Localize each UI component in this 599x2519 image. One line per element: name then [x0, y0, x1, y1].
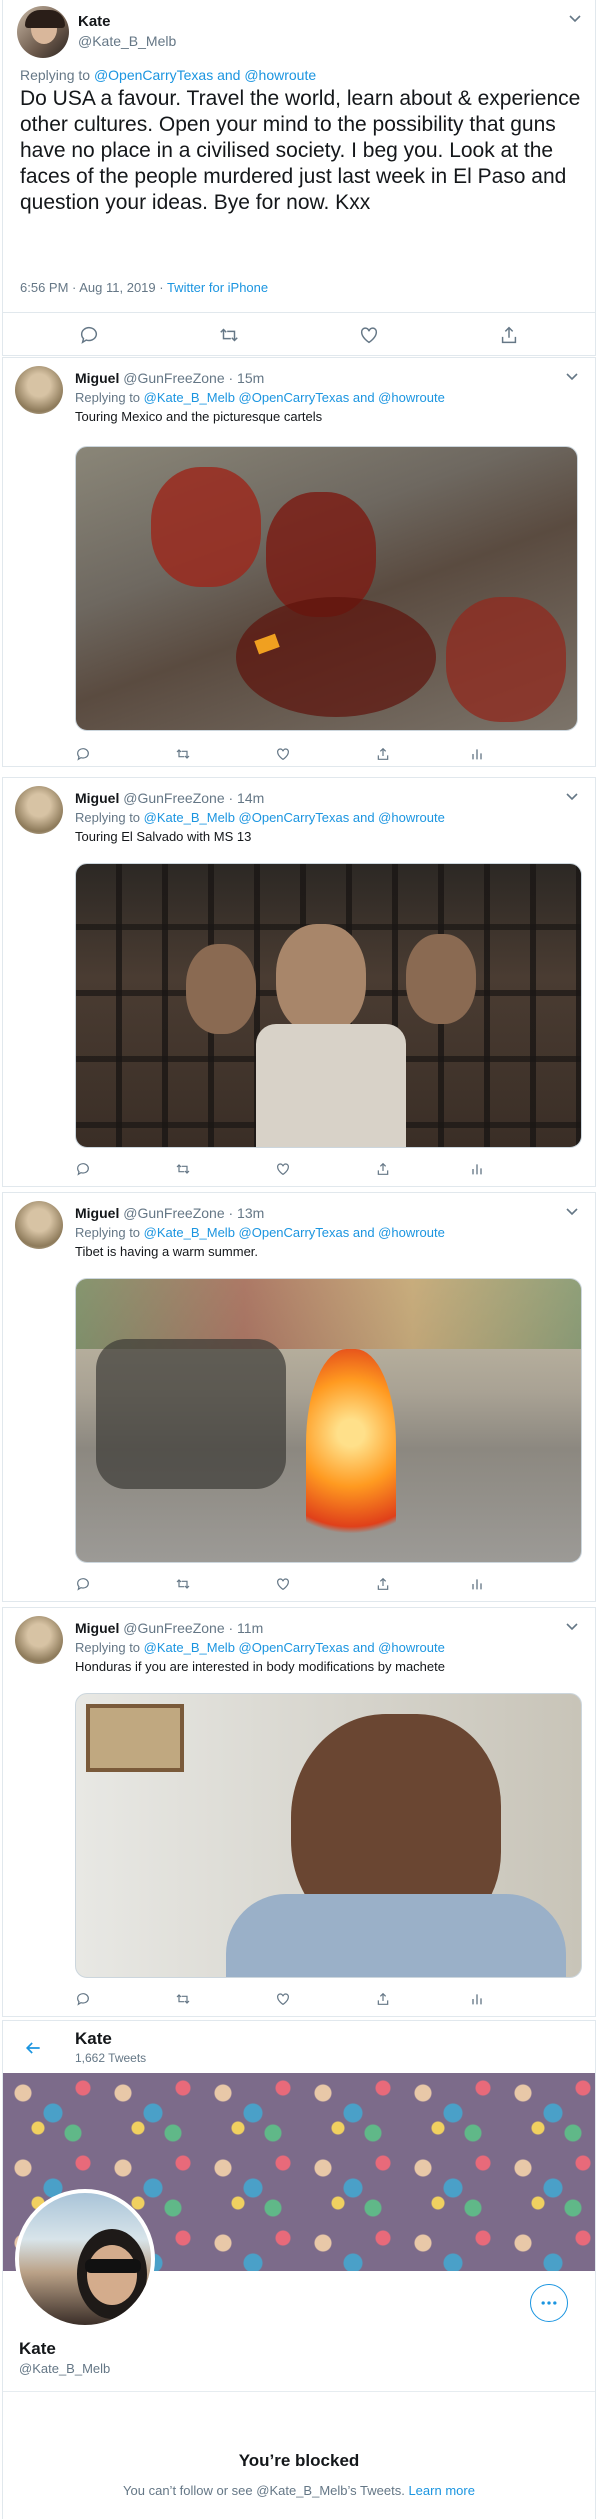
miguel-avatar[interactable]	[15, 786, 63, 834]
replying-label: Replying to	[75, 390, 141, 405]
miguel-avatar[interactable]	[15, 1616, 63, 1664]
blocked-text: You can’t follow or see @Kate_B_Melb’s T…	[123, 2483, 409, 2498]
chevron-down-icon[interactable]	[565, 1620, 579, 1634]
analytics-icon[interactable]	[469, 746, 485, 762]
more-icon	[541, 2301, 557, 2305]
reply-actions	[3, 746, 595, 766]
reply-replying-line: Replying to @Kate_B_Melb @OpenCarryTexas…	[75, 390, 445, 405]
retweet-icon[interactable]	[175, 1576, 191, 1592]
profile-panel: Kate 1,662 Tweets Kate @Kate_B_Melb You’…	[2, 2020, 596, 2519]
retweet-icon[interactable]	[218, 324, 240, 346]
share-icon[interactable]	[375, 1576, 391, 1592]
reply-actions	[3, 1576, 595, 1596]
reply-replying-line: Replying to @Kate_B_Melb @OpenCarryTexas…	[75, 1225, 445, 1240]
tweet-meta: 6:56 PM · Aug 11, 2019 · Twitter for iPh…	[20, 280, 268, 295]
replying-label: Replying to	[75, 1225, 141, 1240]
replying-to-handles[interactable]: @Kate_B_Melb @OpenCarryTexas and @howrou…	[144, 1640, 445, 1655]
analytics-icon[interactable]	[469, 1161, 485, 1177]
reply-handle-time[interactable]: @GunFreeZone · 11m	[123, 1620, 263, 1636]
reply-text: Tibet is having a warm summer.	[75, 1244, 259, 1259]
main-tweet: Kate @Kate_B_Melb Replying to @OpenCarry…	[2, 0, 596, 320]
profile-header-name: Kate	[75, 2029, 112, 2048]
reply-handle-time[interactable]: @GunFreeZone · 13m	[123, 1205, 264, 1221]
reply-icon[interactable]	[75, 1161, 91, 1177]
like-icon[interactable]	[275, 1576, 291, 1592]
like-icon[interactable]	[275, 1161, 291, 1177]
retweet-icon[interactable]	[175, 1161, 191, 1177]
profile-avatar[interactable]	[15, 2189, 155, 2329]
reply-author-name[interactable]: Miguel	[75, 370, 119, 386]
share-icon[interactable]	[375, 1991, 391, 2007]
tweet-text: Do USA a favour. Travel the world, learn…	[20, 87, 581, 214]
reply-author-name[interactable]: Miguel	[75, 790, 119, 806]
chevron-down-icon[interactable]	[565, 370, 579, 384]
reply-actions	[3, 1161, 595, 1181]
reply-photo-1[interactable]	[75, 446, 578, 731]
reply-text: Honduras if you are interested in body m…	[75, 1659, 445, 1674]
reply-replying-line: Replying to @Kate_B_Melb @OpenCarryTexas…	[75, 810, 445, 825]
replying-label: Replying to	[75, 1640, 141, 1655]
like-icon[interactable]	[275, 746, 291, 762]
profile-name: Kate	[19, 2339, 56, 2358]
chevron-down-icon[interactable]	[565, 790, 579, 804]
replying-to-handles[interactable]: @Kate_B_Melb @OpenCarryTexas and @howrou…	[144, 810, 445, 825]
reply-author-line: Miguel @GunFreeZone · 15m	[75, 370, 264, 386]
chevron-down-icon[interactable]	[565, 1205, 579, 1219]
retweet-icon[interactable]	[175, 746, 191, 762]
replying-to-handles[interactable]: @OpenCarryTexas and @howroute	[94, 67, 316, 83]
profile-handle: @Kate_B_Melb	[19, 2361, 111, 2376]
reply-photo-4[interactable]	[75, 1693, 582, 1978]
reply-icon[interactable]	[75, 746, 91, 762]
replying-label: Replying to	[75, 810, 141, 825]
reply-tweet-1: Miguel @GunFreeZone · 15m Replying to @K…	[2, 357, 596, 767]
reply-icon[interactable]	[75, 1576, 91, 1592]
reply-photo-2[interactable]	[75, 863, 582, 1148]
replying-to-line: Replying to @OpenCarryTexas and @howrout…	[20, 67, 316, 83]
reply-author-name[interactable]: Miguel	[75, 1205, 119, 1221]
analytics-icon[interactable]	[469, 1576, 485, 1592]
reply-author-line: Miguel @GunFreeZone · 14m	[75, 790, 264, 806]
analytics-icon[interactable]	[469, 1991, 485, 2007]
back-arrow-icon[interactable]	[23, 2038, 43, 2058]
reply-replying-line: Replying to @Kate_B_Melb @OpenCarryTexas…	[75, 1640, 445, 1655]
reply-tweet-4: Miguel @GunFreeZone · 11m Replying to @K…	[2, 1607, 596, 2017]
reply-tweet-2: Miguel @GunFreeZone · 14m Replying to @K…	[2, 777, 596, 1187]
reply-text: Touring Mexico and the picturesque carte…	[75, 409, 323, 424]
reply-author-name[interactable]: Miguel	[75, 1620, 119, 1636]
like-icon[interactable]	[358, 324, 380, 346]
main-tweet-actions	[2, 312, 596, 356]
blocked-title: You’re blocked	[238, 2451, 360, 2470]
miguel-avatar[interactable]	[15, 1201, 63, 1249]
blocked-message: You can’t follow or see @Kate_B_Melb’s T…	[3, 2483, 595, 2498]
reply-author-line: Miguel @GunFreeZone · 13m	[75, 1205, 264, 1221]
retweet-icon[interactable]	[175, 1991, 191, 2007]
share-icon[interactable]	[375, 1161, 391, 1177]
author-name[interactable]: Kate	[78, 13, 111, 30]
reply-handle-time[interactable]: @GunFreeZone · 15m	[123, 370, 264, 386]
like-icon[interactable]	[275, 1991, 291, 2007]
reply-photo-3[interactable]	[75, 1278, 582, 1563]
replying-to-handles[interactable]: @Kate_B_Melb @OpenCarryTexas and @howrou…	[144, 390, 445, 405]
reply-actions	[3, 1991, 595, 2011]
profile-divider	[3, 2391, 595, 2392]
reply-icon[interactable]	[75, 1991, 91, 2007]
author-handle[interactable]: @Kate_B_Melb	[78, 33, 176, 49]
replying-to-handles[interactable]: @Kate_B_Melb @OpenCarryTexas and @howrou…	[144, 1225, 445, 1240]
share-icon[interactable]	[375, 746, 391, 762]
reply-tweet-3: Miguel @GunFreeZone · 13m Replying to @K…	[2, 1192, 596, 1602]
replying-label: Replying to	[20, 67, 91, 83]
profile-tweet-count: 1,662 Tweets	[75, 2051, 147, 2065]
reply-icon[interactable]	[78, 324, 100, 346]
reply-author-line: Miguel @GunFreeZone · 11m	[75, 1620, 263, 1636]
learn-more-link[interactable]: Learn more	[408, 2483, 474, 2498]
tweet-source[interactable]: Twitter for iPhone	[167, 280, 268, 295]
tweet-timestamp[interactable]: 6:56 PM · Aug 11, 2019 ·	[20, 280, 167, 295]
reply-text: Touring El Salvado with MS 13	[75, 829, 252, 844]
reply-handle-time[interactable]: @GunFreeZone · 14m	[123, 790, 264, 806]
chevron-down-icon[interactable]	[568, 12, 582, 26]
share-icon[interactable]	[498, 324, 520, 346]
kate-avatar[interactable]	[17, 6, 69, 58]
more-button[interactable]	[530, 2284, 568, 2322]
miguel-avatar[interactable]	[15, 366, 63, 414]
